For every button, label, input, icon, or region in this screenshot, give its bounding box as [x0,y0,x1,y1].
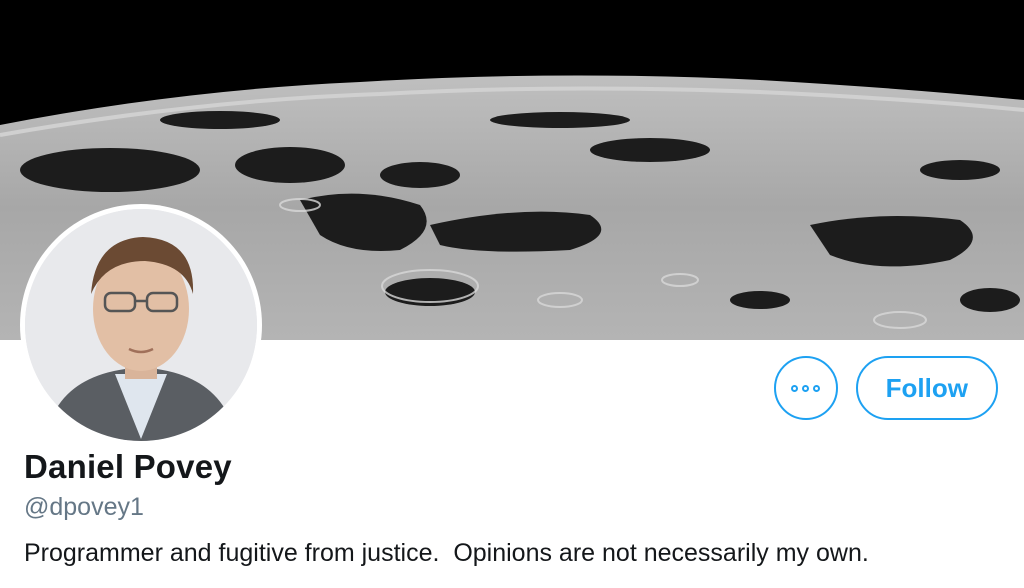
dot [813,384,821,392]
profile-header: Follow Daniel Povey @dpovey1 Programmer … [0,0,1024,588]
profile-bio: Programmer and fugitive from justice. Op… [24,539,869,567]
profile-name: Daniel Povey [24,448,232,485]
more-horizontal-icon [791,384,821,392]
profile-handle: @dpovey1 [24,493,144,521]
avatar-photo [25,209,257,441]
dot [791,384,799,392]
dot [802,384,810,392]
profile-avatar[interactable] [20,204,262,446]
follow-button[interactable]: Follow [855,356,998,420]
more-options-button[interactable] [773,356,838,420]
profile-actions: Follow [773,356,998,420]
